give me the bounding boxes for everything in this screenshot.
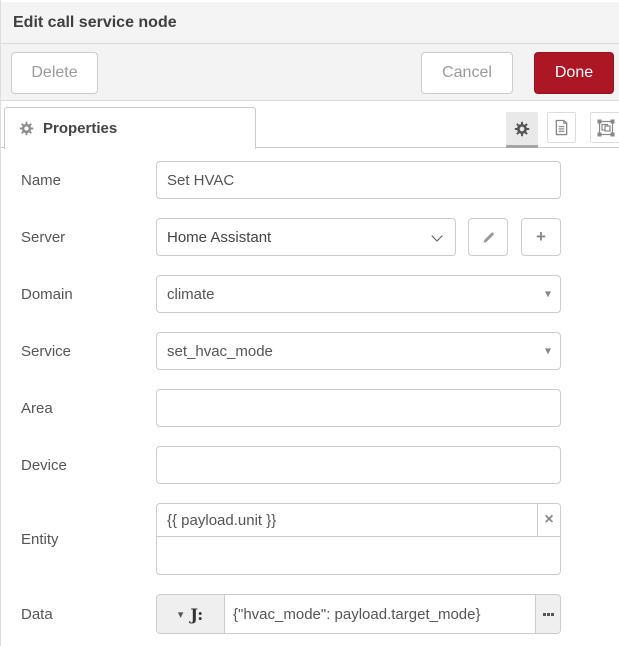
- entity-list-empty-area[interactable]: [157, 537, 560, 574]
- document-icon: [554, 119, 569, 136]
- delete-button[interactable]: Delete: [11, 52, 98, 94]
- edit-call-service-node-dialog: Edit call service node Delete Cancel Don…: [0, 0, 619, 646]
- tab-properties[interactable]: Properties: [4, 107, 256, 149]
- add-server-button[interactable]: +: [521, 218, 561, 256]
- entity-input[interactable]: [157, 504, 537, 536]
- ellipsis-icon: [543, 613, 554, 616]
- name-row: Name: [21, 161, 619, 199]
- server-select-value: Home Assistant: [167, 229, 271, 246]
- device-label: Device: [21, 457, 156, 474]
- expand-editor-button[interactable]: [535, 595, 560, 633]
- action-bar: Delete Cancel Done: [1, 44, 619, 101]
- close-icon: ×: [544, 511, 553, 528]
- dialog-title: Edit call service node: [1, 2, 619, 43]
- node-description-button[interactable]: [547, 112, 576, 143]
- area-label: Area: [21, 400, 156, 417]
- domain-row: Domain ▾: [21, 275, 619, 313]
- area-row: Area: [21, 389, 619, 427]
- area-input[interactable]: [156, 389, 561, 427]
- server-label: Server: [21, 229, 156, 246]
- data-label: Data: [21, 606, 156, 623]
- entity-row: Entity ×: [21, 503, 619, 575]
- jsonata-type-icon: J:: [190, 605, 203, 624]
- remove-entity-button[interactable]: ×: [537, 504, 560, 536]
- data-type-button[interactable]: ▾ J:: [157, 595, 225, 633]
- name-label: Name: [21, 172, 156, 189]
- service-row: Service ▾: [21, 332, 619, 370]
- service-label: Service: [21, 343, 156, 360]
- name-input[interactable]: [156, 161, 561, 199]
- server-row: Server Home Assistant +: [21, 218, 619, 256]
- pencil-icon: [481, 230, 496, 245]
- properties-form: Name Server Home Assistant: [1, 148, 619, 634]
- domain-label: Domain: [21, 286, 156, 303]
- tab-bar: Properties: [1, 101, 619, 148]
- device-row: Device: [21, 446, 619, 484]
- tab-properties-label: Properties: [43, 120, 117, 137]
- done-button[interactable]: Done: [534, 52, 614, 94]
- object-group-icon: [597, 119, 615, 137]
- cancel-button[interactable]: Cancel: [421, 52, 513, 94]
- node-properties-button[interactable]: [506, 112, 538, 148]
- entity-list-item: ×: [157, 504, 560, 537]
- edit-server-button[interactable]: [468, 218, 508, 256]
- server-select[interactable]: Home Assistant: [156, 218, 456, 256]
- caret-down-icon: ▾: [178, 608, 184, 621]
- node-appearance-button[interactable]: [590, 112, 619, 143]
- chevron-down-icon: [431, 230, 442, 241]
- domain-input[interactable]: [156, 275, 561, 313]
- plus-icon: +: [536, 227, 546, 247]
- device-input[interactable]: [156, 446, 561, 484]
- entity-label: Entity: [21, 531, 156, 548]
- data-row: Data ▾ J:: [21, 594, 619, 634]
- service-input[interactable]: [156, 332, 561, 370]
- data-typed-input: ▾ J:: [156, 594, 561, 634]
- data-input[interactable]: [225, 595, 535, 633]
- entity-list: ×: [156, 503, 561, 575]
- gear-icon: [514, 121, 530, 137]
- gear-icon: [19, 121, 34, 136]
- dialog-header: Edit call service node: [1, 2, 619, 44]
